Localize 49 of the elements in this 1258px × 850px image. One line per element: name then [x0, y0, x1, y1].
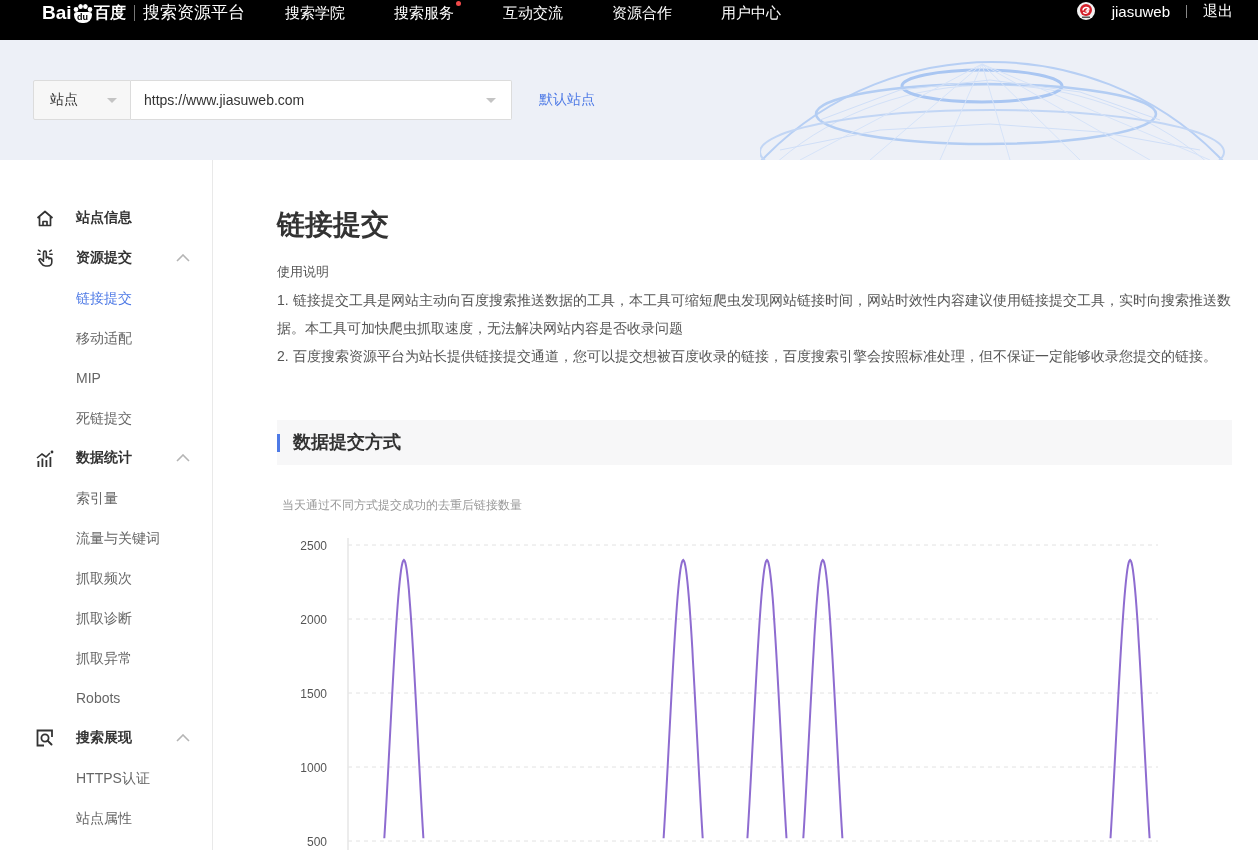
sidebar-group-header[interactable]: 数据统计 [0, 438, 212, 478]
pointing-hand-icon [36, 249, 54, 267]
usage-heading: 使用说明 [277, 263, 330, 281]
sidebar-subitem[interactable]: Robots [0, 678, 212, 718]
logo-text: Bai [42, 2, 72, 24]
y-axis-label: 1500 [300, 686, 327, 701]
username-link[interactable]: jiasuweb [1111, 2, 1170, 20]
sidebar-subitem[interactable]: 流量与关键词 [0, 518, 212, 558]
sidebar-subitem[interactable]: 死链提交 [0, 398, 212, 438]
y-axis-label: 1000 [300, 760, 327, 775]
usage-paragraph: 2. 百度搜索资源平台为站长提供链接提交通道，您可以提交想被百度收录的链接，百度搜索引擎会按照标准处理，但不保证一定能够收录您提交的链接。 [277, 347, 1218, 366]
avatar-icon[interactable] [1076, 2, 1095, 20]
platform-name: 搜索资源平台 [142, 2, 245, 24]
site-dropdown[interactable]: https://www.jiasuweb.com [131, 80, 512, 120]
y-axis-label: 2000 [300, 612, 327, 627]
chart-caption: 当天通过不同方式提交成功的去重后链接数量 [281, 497, 523, 513]
sidebar-subitem[interactable]: MIP [0, 358, 212, 398]
home-icon [36, 209, 54, 227]
sidebar-subitem[interactable]: 抓取频次 [0, 558, 212, 598]
default-site-link[interactable]: 默认站点 [539, 91, 595, 109]
sidebar-group-header[interactable]: 搜索展现 [0, 718, 212, 758]
search-icon [36, 729, 54, 747]
logo-badge: du [73, 11, 92, 23]
caret-icon [486, 97, 496, 103]
logo-text: 百度 [93, 3, 126, 23]
y-axis-label: 2500 [300, 538, 327, 553]
sidebar-subitem[interactable]: 链接提交 [0, 278, 212, 318]
paw-icon [72, 3, 93, 12]
sidebar-subitem[interactable]: HTTPS认证 [0, 758, 212, 798]
site-type-dropdown[interactable]: 站点 [33, 80, 131, 120]
sidebar-group-header[interactable]: 资源提交 [0, 238, 212, 278]
sidebar-subitem[interactable]: 移动适配 [0, 318, 212, 358]
sidebar-subitem[interactable]: 抓取诊断 [0, 598, 212, 638]
nav-link[interactable]: 资源合作 [611, 0, 672, 26]
logout-link[interactable]: 退出 [1203, 1, 1233, 21]
nav-link[interactable]: 搜索服务 [393, 0, 461, 26]
chart-icon [36, 449, 54, 467]
sidebar-subitem[interactable]: 抓取异常 [0, 638, 212, 678]
usage-paragraph: 1. 链接提交工具是网站主动向百度搜索推送数据的工具，本工具可缩短爬虫发现网站链接时间，网站时效性内容建议使用链接提交工具，实时向搜索推送数据。本工具可加快爬虫抓取速度，无法解决网站内容是否收录问题 [277, 291, 1232, 338]
page-title: 链接提交 [277, 208, 390, 242]
sidebar-subitem[interactable]: 索引量 [0, 478, 212, 518]
nav-link[interactable]: 搜索学院 [284, 0, 345, 26]
caret-icon [107, 97, 117, 103]
nav-link[interactable]: 互动交流 [502, 0, 563, 26]
sidebar-subitem[interactable]: 站点属性 [0, 798, 212, 838]
section-heading: 数据提交方式 [277, 420, 1232, 465]
y-axis-label: 500 [306, 834, 327, 849]
nav-link[interactable]: 用户中心 [720, 0, 781, 26]
sidebar-item[interactable]: 站点信息 [0, 198, 212, 238]
